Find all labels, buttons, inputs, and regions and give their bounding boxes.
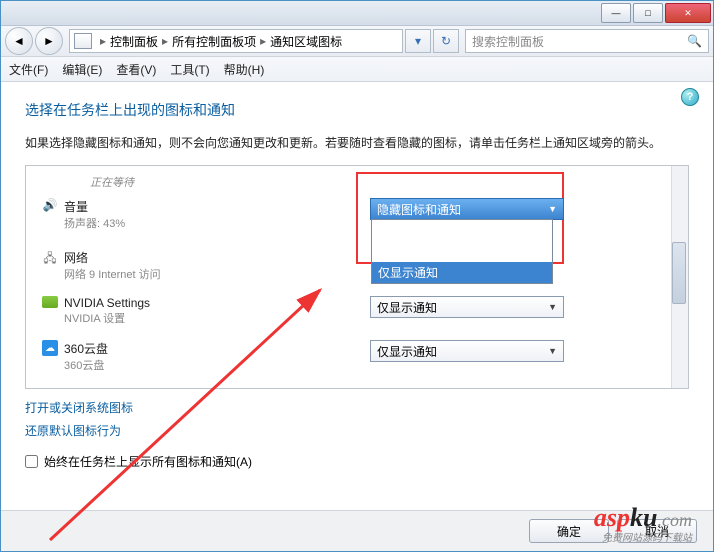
dropdown-option[interactable]: 隐藏图标和通知 bbox=[372, 241, 552, 262]
always-show-label: 始终在任务栏上显示所有图标和通知(A) bbox=[44, 453, 252, 470]
item-subtitle: 扬声器: 43% bbox=[64, 215, 224, 231]
page-title: 选择在任务栏上出现的图标和通知 bbox=[25, 100, 689, 120]
watermark: aspku.com 免费网站源码下载站 bbox=[594, 503, 692, 544]
scrollbar-thumb[interactable] bbox=[672, 242, 686, 304]
breadcrumb-sep: ▸ bbox=[100, 34, 106, 48]
menu-view[interactable]: 查看(V) bbox=[116, 61, 156, 78]
close-button[interactable]: ✕ bbox=[665, 3, 711, 23]
combo-value: 仅显示通知 bbox=[377, 299, 437, 316]
item-subtitle: NVIDIA 设置 bbox=[64, 310, 224, 326]
item-row-360cloud: ☁ 360云盘 360云盘 仅显示通知 ▼ bbox=[36, 340, 670, 373]
watermark-brand-b: ku bbox=[630, 503, 657, 532]
chevron-down-icon: ▼ bbox=[548, 204, 557, 214]
menu-bar: 文件(F) 编辑(E) 查看(V) 工具(T) 帮助(H) bbox=[1, 57, 713, 82]
dropdown-option[interactable]: 显示图标和通知 bbox=[372, 220, 552, 241]
chevron-down-icon: ▼ bbox=[548, 302, 557, 312]
breadcrumb-seg-0[interactable]: 控制面板 bbox=[110, 33, 158, 50]
breadcrumb-seg-2[interactable]: 通知区域图标 bbox=[270, 33, 342, 50]
item-name: NVIDIA Settings bbox=[64, 296, 224, 310]
address-icon bbox=[74, 33, 92, 49]
item-subtitle: 网络 9 Internet 访问 bbox=[64, 266, 224, 282]
network-icon: 🖧 bbox=[36, 249, 64, 270]
item-name: 音量 bbox=[64, 198, 224, 215]
help-icon[interactable]: ? bbox=[681, 88, 699, 106]
scrollbar-track[interactable] bbox=[671, 166, 688, 388]
360-behavior-select[interactable]: 仅显示通知 ▼ bbox=[370, 340, 564, 362]
breadcrumb-seg-1[interactable]: 所有控制面板项 bbox=[172, 33, 256, 50]
combo-value: 仅显示通知 bbox=[377, 343, 437, 360]
always-show-row: 始终在任务栏上显示所有图标和通知(A) bbox=[25, 453, 689, 470]
search-input[interactable]: 搜索控制面板 🔍 bbox=[465, 29, 709, 53]
page-description: 如果选择隐藏图标和通知，则不会向您通知更改和更新。若要随时查看隐藏的图标，请单击… bbox=[25, 134, 689, 153]
watermark-tld: .com bbox=[658, 510, 693, 530]
volume-behavior-select[interactable]: 隐藏图标和通知 ▼ 显示图标和通知 隐藏图标和通知 仅显示通知 bbox=[370, 198, 564, 220]
clipped-row-label: 正在等待 bbox=[90, 174, 670, 190]
minimize-button[interactable]: — bbox=[601, 3, 631, 23]
item-row-volume: 🔊 音量 扬声器: 43% 隐藏图标和通知 ▼ 显示图标和通知 隐藏图标和通知 … bbox=[36, 198, 670, 231]
nvidia-behavior-select[interactable]: 仅显示通知 ▼ bbox=[370, 296, 564, 318]
item-name: 网络 bbox=[64, 249, 224, 266]
nvidia-icon bbox=[36, 296, 64, 308]
menu-tools[interactable]: 工具(T) bbox=[170, 61, 209, 78]
volume-icon: 🔊 bbox=[36, 198, 64, 212]
maximize-button[interactable]: □ bbox=[633, 3, 663, 23]
link-toggle-system-icons[interactable]: 打开或关闭系统图标 bbox=[25, 399, 689, 416]
menu-file[interactable]: 文件(F) bbox=[9, 61, 48, 78]
menu-edit[interactable]: 编辑(E) bbox=[62, 61, 102, 78]
control-panel-window: — □ ✕ ◄ ► ▸ 控制面板 ▸ 所有控制面板项 ▸ 通知区域图标 ▾ ↻ … bbox=[0, 0, 714, 552]
menu-help[interactable]: 帮助(H) bbox=[224, 61, 265, 78]
icon-list-frame: 正在等待 🔊 音量 扬声器: 43% 隐藏图标和通知 ▼ 显示图标和通知 隐藏图… bbox=[25, 165, 689, 389]
links-section: 打开或关闭系统图标 还原默认图标行为 bbox=[25, 399, 689, 439]
chevron-down-icon: ▼ bbox=[548, 346, 557, 356]
breadcrumb-sep: ▸ bbox=[162, 34, 168, 48]
watermark-brand-a: asp bbox=[594, 503, 630, 532]
link-restore-defaults[interactable]: 还原默认图标行为 bbox=[25, 422, 689, 439]
combo-value: 隐藏图标和通知 bbox=[377, 201, 461, 218]
item-subtitle: 360云盘 bbox=[64, 357, 224, 373]
search-placeholder: 搜索控制面板 bbox=[472, 33, 544, 50]
navigation-bar: ◄ ► ▸ 控制面板 ▸ 所有控制面板项 ▸ 通知区域图标 ▾ ↻ 搜索控制面板… bbox=[1, 26, 713, 57]
search-icon: 🔍 bbox=[687, 34, 702, 48]
breadcrumb-sep: ▸ bbox=[260, 34, 266, 48]
forward-button[interactable]: ► bbox=[35, 27, 63, 55]
dropdown-option-highlighted[interactable]: 仅显示通知 bbox=[372, 262, 552, 283]
refresh-button[interactable]: ↻ bbox=[433, 29, 459, 53]
item-row-nvidia: NVIDIA Settings NVIDIA 设置 仅显示通知 ▼ bbox=[36, 296, 670, 326]
cloud-icon: ☁ bbox=[36, 340, 64, 356]
nav-back-forward: ◄ ► bbox=[5, 27, 63, 55]
content-area: ? 选择在任务栏上出现的图标和通知 如果选择隐藏图标和通知，则不会向您通知更改和… bbox=[1, 82, 713, 522]
item-name: 360云盘 bbox=[64, 340, 224, 357]
back-button[interactable]: ◄ bbox=[5, 27, 33, 55]
always-show-checkbox[interactable] bbox=[25, 455, 38, 468]
item-row-network: 🖧 网络 网络 9 Internet 访问 bbox=[36, 249, 670, 282]
window-titlebar: — □ ✕ bbox=[1, 1, 713, 26]
address-dropdown-button[interactable]: ▾ bbox=[405, 29, 431, 53]
volume-dropdown-list: 显示图标和通知 隐藏图标和通知 仅显示通知 bbox=[371, 219, 553, 284]
watermark-tagline: 免费网站源码下载站 bbox=[594, 529, 692, 544]
address-bar[interactable]: ▸ 控制面板 ▸ 所有控制面板项 ▸ 通知区域图标 bbox=[69, 29, 403, 53]
